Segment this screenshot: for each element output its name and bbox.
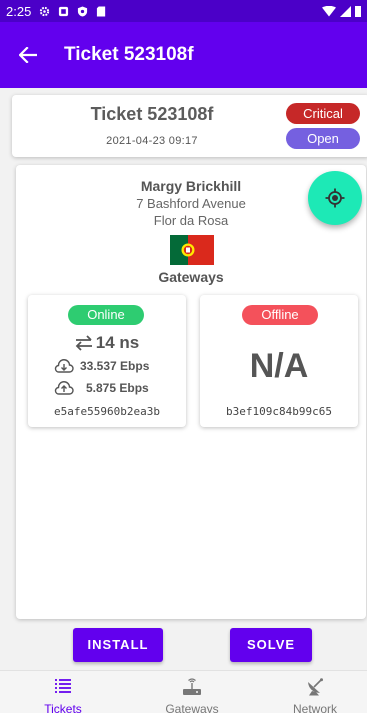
- gps-location-icon: [325, 188, 345, 208]
- app-bar: Ticket 523108f: [0, 22, 367, 88]
- nav-item-gateways[interactable]: Gateways: [142, 671, 242, 713]
- status-time: 2:25: [6, 3, 32, 19]
- settings-icon: [40, 6, 50, 16]
- nav-item-network[interactable]: Network: [265, 671, 365, 713]
- cloud-upload-icon: [54, 381, 74, 395]
- gateway-status-badge: Online: [68, 305, 144, 325]
- portugal-flag-icon: [170, 235, 214, 265]
- cloud-download-icon: [54, 359, 74, 373]
- gateway-upload: 5.875 Ebps: [54, 381, 149, 395]
- nav-label: Network: [292, 702, 337, 713]
- bottom-navigation: Tickets Gateways Network: [0, 670, 367, 713]
- gateway-unavailable-value: N/A: [249, 347, 309, 385]
- notification-icon: [59, 6, 69, 16]
- page-title: Ticket 523108f: [64, 44, 194, 65]
- sd-card-icon: [97, 5, 106, 17]
- gateway-id: b3ef109c84b99c65: [226, 405, 332, 418]
- upload-value: 5.875 Ebps: [86, 381, 149, 395]
- gateway-latency: 14 ns: [28, 333, 186, 353]
- tickets-list-icon: [55, 679, 71, 693]
- ticket-title: Ticket 523108f: [90, 104, 214, 124]
- state-badge: Open: [286, 128, 360, 149]
- ticket-details-card: Margy Brickhill 7 Bashford Avenue Flor d…: [16, 165, 366, 619]
- gateway-card[interactable]: Offline N/A b3ef109c84b99c65: [200, 295, 358, 427]
- gateways-heading: Gateways: [158, 269, 224, 285]
- download-value: 33.537 Ebps: [80, 359, 150, 373]
- arrow-left-icon: [19, 47, 37, 63]
- nav-label: Tickets: [44, 702, 82, 713]
- swap-arrows-icon: [75, 335, 92, 351]
- router-icon: [183, 678, 201, 695]
- ticket-summary-card: Ticket 523108f 2021-04-23 09:17 Critical…: [12, 95, 367, 157]
- solve-button[interactable]: SOLVE: [230, 628, 312, 662]
- signal-icon: [340, 5, 351, 17]
- wifi-icon: [322, 5, 336, 16]
- status-bar: 2:25: [0, 0, 367, 22]
- gateway-card[interactable]: Online 14 ns 33.537 Ebps 5.875 Ebps e5af…: [28, 295, 186, 427]
- shield-icon: [78, 5, 88, 17]
- gateway-id: e5afe55960b2ea3b: [54, 405, 160, 418]
- nav-label: Gateways: [165, 702, 219, 713]
- locate-fab[interactable]: [308, 171, 362, 225]
- gateway-download: 33.537 Ebps: [54, 359, 149, 373]
- back-button[interactable]: [0, 22, 56, 88]
- ticket-date: 2021-04-23 09:17: [106, 135, 198, 147]
- nav-item-tickets[interactable]: Tickets: [13, 671, 113, 713]
- latency-value: 14 ns: [95, 333, 140, 352]
- install-button[interactable]: INSTALL: [73, 628, 163, 662]
- satellite-dish-icon: [308, 678, 323, 696]
- battery-icon: [355, 5, 361, 17]
- severity-badge: Critical: [286, 103, 360, 124]
- gateway-status-badge: Offline: [242, 305, 318, 325]
